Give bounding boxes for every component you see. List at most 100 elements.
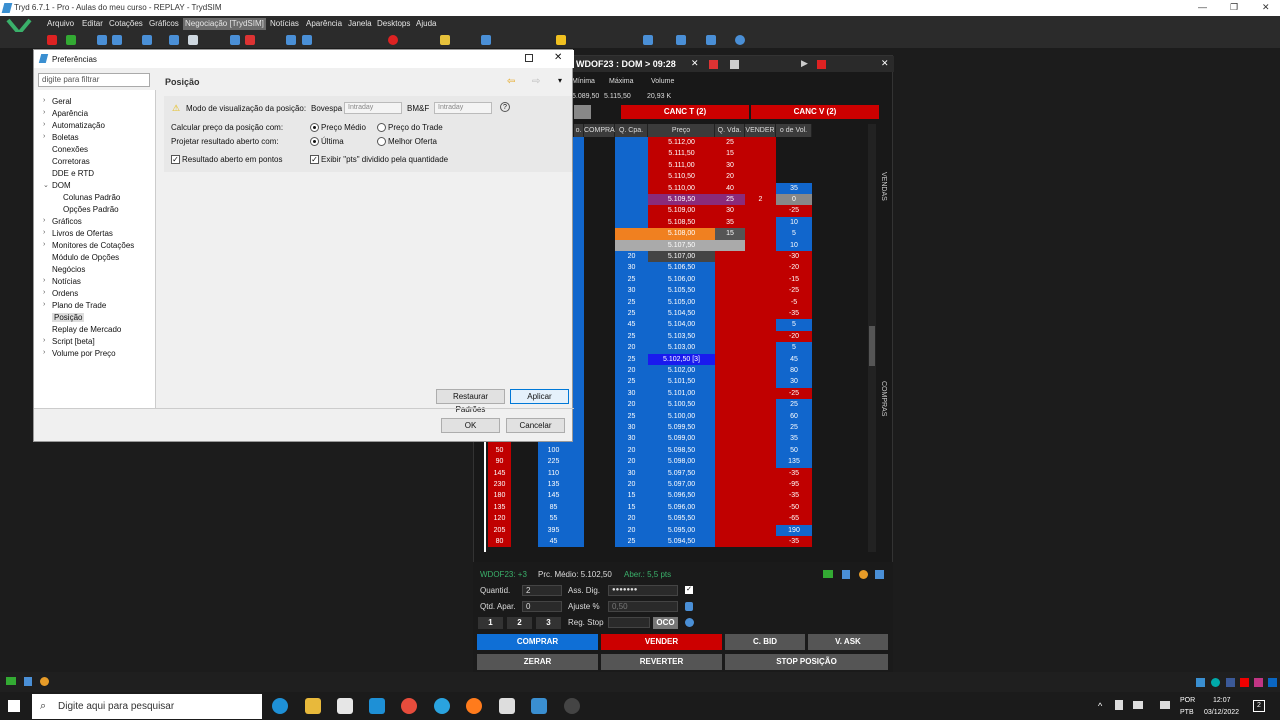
stop-position-button[interactable]: STOP POSIÇÃO — [725, 654, 888, 670]
tree-item[interactable]: › Notícias — [43, 277, 81, 286]
dom-cell-buy-ext[interactable] — [569, 490, 584, 502]
dom-cell-qcpa[interactable]: 20 — [615, 399, 648, 411]
dom-cell-qcpa[interactable] — [615, 159, 648, 172]
dom-cell-sell[interactable] — [745, 536, 776, 548]
menu-desktops[interactable]: Desktops — [377, 19, 410, 28]
dom-cell-volume[interactable]: -35 — [776, 536, 812, 548]
flash-icon[interactable] — [169, 35, 179, 45]
dom-cell-qvda[interactable] — [715, 319, 745, 331]
cancel-sell-button[interactable]: CANC V (2) — [751, 105, 879, 119]
dom-cell-sell[interactable] — [745, 342, 776, 354]
dom-cell-price[interactable]: 5.109,00 — [648, 205, 715, 217]
radio-ultima[interactable] — [310, 137, 319, 146]
tree-item[interactable]: › Livros de Ofertas — [43, 229, 113, 238]
tree-item[interactable]: ⌄ DOM — [43, 181, 71, 190]
dom-cell-qvda[interactable] — [715, 330, 745, 343]
dom-cell-qcpa[interactable]: 45 — [615, 319, 648, 331]
dom-cell-buy-ext[interactable] — [569, 513, 584, 525]
dom-cell-sell[interactable]: 2 — [745, 194, 776, 206]
dom-cell-buy[interactable]: 145 — [538, 490, 569, 502]
folder-icon[interactable] — [440, 35, 450, 45]
dom-cell-qcpa[interactable] — [615, 205, 648, 217]
dom-cell-sell[interactable] — [745, 285, 776, 297]
radio-melhor-oferta[interactable] — [377, 137, 386, 146]
settings-icon[interactable] — [709, 60, 718, 69]
dom-cell-sell[interactable] — [745, 513, 776, 525]
chevron-up-icon[interactable]: ^ — [1098, 701, 1102, 711]
chrome-icon[interactable] — [401, 698, 417, 714]
menu-aparencia[interactable]: Aparência — [306, 19, 342, 28]
dom-cell-buy-ext[interactable] — [569, 536, 584, 548]
col-header-qty[interactable]: o. — [574, 124, 584, 137]
settings-icon[interactable] — [735, 35, 745, 45]
dom-cell-qcpa[interactable]: 25 — [615, 410, 648, 422]
dom-cell-qvda[interactable] — [715, 399, 745, 411]
tree-item[interactable]: Replay de Mercado — [52, 325, 121, 334]
tree-item[interactable]: Colunas Padrão — [63, 193, 120, 202]
dom-cell-volume[interactable]: 5 — [776, 319, 812, 331]
dom-cell-sell[interactable] — [745, 490, 776, 502]
chevron-right-icon[interactable]: › — [43, 109, 45, 116]
dom-cell-volume[interactable]: 60 — [776, 410, 812, 422]
dom-cell-price[interactable]: 5.094,50 — [648, 536, 715, 548]
record-icon[interactable] — [388, 35, 398, 45]
dom-cell-qcpa[interactable]: 25 — [615, 330, 648, 343]
dom-cell-volume[interactable]: 35 — [776, 433, 812, 445]
dom-cell-price[interactable]: 5.111,50 — [648, 148, 715, 160]
dom-cell-volume[interactable] — [776, 137, 812, 149]
dom-cell-price[interactable]: 5.111,00 — [648, 159, 715, 172]
dom-cell-sell[interactable] — [745, 422, 776, 434]
radio-preco-medio[interactable] — [310, 123, 319, 132]
bars-icon[interactable] — [676, 35, 686, 45]
checkbox-icon[interactable]: ✓ — [685, 586, 693, 594]
dom-cell-qcpa[interactable] — [615, 137, 648, 149]
dom-cell-qty[interactable]: 180 — [488, 490, 511, 502]
tree-item[interactable]: Posição — [52, 313, 85, 322]
dom-cell-qcpa[interactable]: 30 — [615, 387, 648, 400]
book-icon[interactable] — [97, 35, 107, 45]
coin-icon[interactable] — [40, 677, 49, 686]
dom-cell-qty[interactable]: 90 — [488, 456, 511, 468]
maximize-icon[interactable] — [525, 54, 533, 62]
star-icon[interactable] — [556, 35, 566, 45]
cancel-button[interactable]: Cancelar — [506, 418, 565, 433]
money-icon[interactable] — [823, 570, 833, 578]
dom-cell-volume[interactable]: 45 — [776, 353, 812, 365]
signature-field[interactable]: ●●●●●●● — [608, 585, 678, 596]
dom-cell-volume[interactable]: -25 — [776, 285, 812, 297]
filter-input[interactable]: digite para filtrar — [38, 73, 150, 87]
dom-cell-qvda[interactable]: 15 — [715, 148, 745, 160]
dom-cell-price[interactable]: 5.108,00 — [648, 228, 715, 240]
tree-item[interactable]: › Plano de Trade — [43, 301, 106, 310]
dom-cell-qcpa[interactable] — [615, 171, 648, 183]
grid-icon[interactable] — [230, 35, 240, 45]
dom-cell-qvda[interactable] — [715, 365, 745, 377]
dom-cell-qvda[interactable]: 30 — [715, 159, 745, 172]
dom-cell-price[interactable]: 5.098,50 — [648, 444, 715, 457]
dom-cell-sell[interactable] — [745, 387, 776, 400]
dom-cell-sell[interactable] — [745, 205, 776, 217]
dom-cell-price[interactable]: 5.100,50 — [648, 399, 715, 411]
dom-cell-buy-ext[interactable] — [569, 501, 584, 514]
tree-item[interactable]: › Gráficos — [43, 217, 82, 226]
dom-cell-price[interactable]: 5.110,00 — [648, 182, 715, 194]
dom-cell-volume[interactable]: 135 — [776, 456, 812, 468]
tree-item[interactable]: Opções Padrão — [63, 205, 119, 214]
network-icon[interactable] — [1133, 701, 1143, 709]
chevron-right-icon[interactable]: › — [43, 229, 45, 236]
dom-cell-buy[interactable]: 395 — [538, 524, 569, 536]
notification-icon[interactable]: 2 — [1253, 700, 1265, 712]
mail-icon[interactable] — [369, 698, 385, 714]
dom-cell-qcpa[interactable]: 30 — [615, 467, 648, 479]
dom-cell-sell[interactable] — [745, 501, 776, 514]
col-header-comprar[interactable]: COMPRA — [584, 124, 615, 137]
dom-cell-qvda[interactable] — [715, 513, 745, 525]
tree-item[interactable]: › Monitores de Cotações — [43, 241, 134, 250]
menu-ajuda[interactable]: Ajuda — [416, 19, 436, 28]
dom-cell-qvda[interactable] — [715, 353, 745, 365]
dom-cell-qty[interactable]: 205 — [488, 524, 511, 536]
dom-cell-qvda[interactable] — [715, 387, 745, 400]
chevron-right-icon[interactable]: › — [43, 97, 45, 104]
dom-cell-qvda[interactable] — [715, 308, 745, 320]
dom-cell-qvda[interactable] — [715, 410, 745, 422]
